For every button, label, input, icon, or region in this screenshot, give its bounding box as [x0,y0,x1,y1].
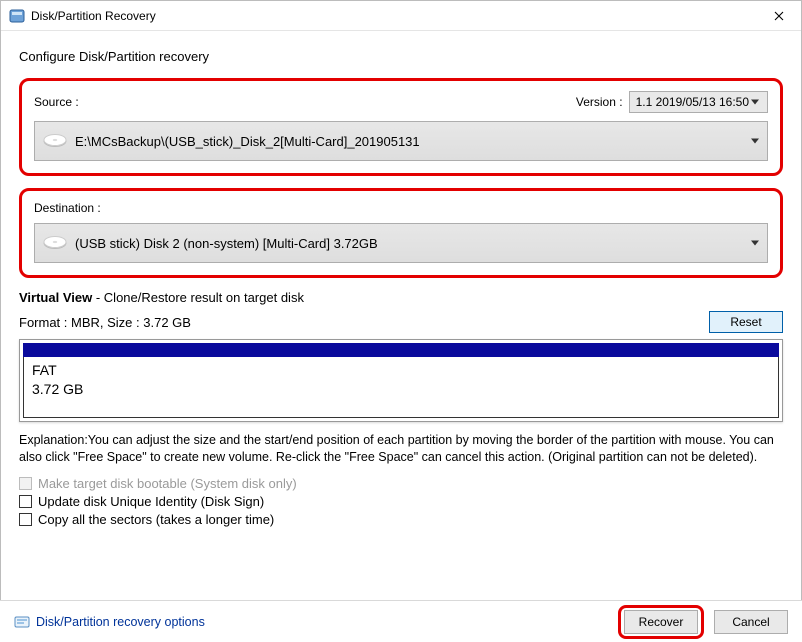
explanation-text: Explanation:You can adjust the size and … [19,432,783,466]
disk-icon [43,132,67,150]
partition-layout[interactable]: FAT 3.72 GB [19,339,783,422]
check-update-unique-id-label: Update disk Unique Identity (Disk Sign) [38,494,264,509]
checkbox-icon[interactable] [19,495,32,508]
window-title: Disk/Partition Recovery [31,9,756,23]
source-path-combo[interactable]: E:\MCsBackup\(USB_stick)_Disk_2[Multi-Ca… [34,121,768,161]
check-make-bootable: Make target disk bootable (System disk o… [19,476,783,491]
chevron-down-icon [751,241,759,246]
destination-label: Destination : [34,201,101,215]
source-path-value: E:\MCsBackup\(USB_stick)_Disk_2[Multi-Ca… [75,134,420,149]
chevron-down-icon [751,139,759,144]
close-button[interactable] [756,1,801,30]
version-label: Version : [576,95,623,109]
footer-bar: Disk/Partition recovery options Recover … [0,600,802,642]
partition-fs: FAT [32,361,770,380]
cancel-button[interactable]: Cancel [714,610,788,634]
recovery-options-label: Disk/Partition recovery options [36,615,205,629]
checkbox-icon [19,477,32,490]
recover-highlight: Recover [618,605,704,639]
virtual-view-title: Virtual View - Clone/Restore result on t… [19,290,783,305]
destination-value: (USB stick) Disk 2 (non-system) [Multi-C… [75,236,378,251]
version-group: Version : 1.1 2019/05/13 16:50 [576,91,768,113]
check-copy-all-sectors[interactable]: Copy all the sectors (takes a longer tim… [19,512,783,527]
recovery-options-link[interactable]: Disk/Partition recovery options [14,614,205,630]
version-select[interactable]: 1.1 2019/05/13 16:50 [629,91,768,113]
disk-icon [43,234,67,252]
version-value: 1.1 2019/05/13 16:50 [636,95,749,109]
app-icon [9,8,25,24]
source-label: Source : [34,95,79,109]
page-heading: Configure Disk/Partition recovery [19,49,783,64]
format-line: Format : MBR, Size : 3.72 GB [19,315,191,330]
partition-size: 3.72 GB [32,380,770,399]
check-copy-all-sectors-label: Copy all the sectors (takes a longer tim… [38,512,274,527]
source-section: Source : Version : 1.1 2019/05/13 16:50 … [19,78,783,176]
partition-entry[interactable]: FAT 3.72 GB [23,357,779,418]
check-update-unique-id[interactable]: Update disk Unique Identity (Disk Sign) [19,494,783,509]
checkbox-icon[interactable] [19,513,32,526]
recover-button[interactable]: Recover [624,610,698,634]
options-icon [14,614,30,630]
check-make-bootable-label: Make target disk bootable (System disk o… [38,476,297,491]
partition-header-bar [23,343,779,357]
chevron-down-icon [751,100,759,105]
destination-section: Destination : (USB stick) Disk 2 (non-sy… [19,188,783,278]
destination-combo[interactable]: (USB stick) Disk 2 (non-system) [Multi-C… [34,223,768,263]
title-bar: Disk/Partition Recovery [1,1,801,31]
content-area: Configure Disk/Partition recovery Source… [1,31,801,527]
reset-button[interactable]: Reset [709,311,783,333]
